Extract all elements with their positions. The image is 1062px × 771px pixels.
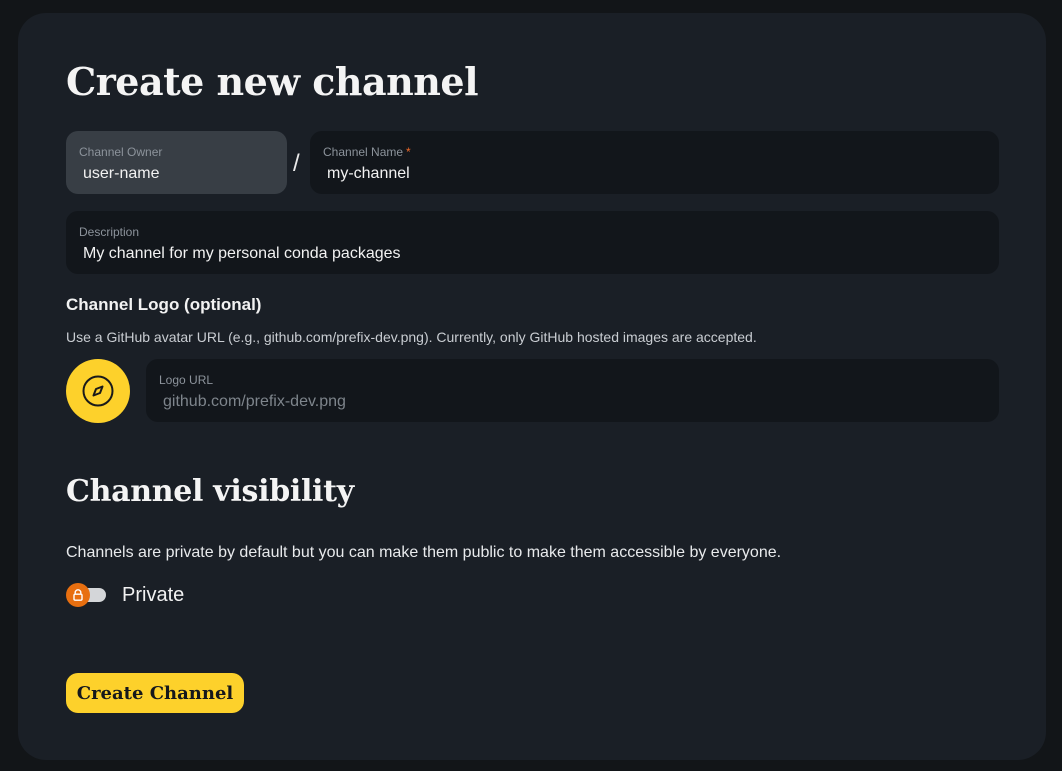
channel-owner-label: Channel Owner xyxy=(79,145,163,159)
toggle-knob xyxy=(66,583,90,607)
logo-preview-avatar xyxy=(66,359,130,423)
description-label: Description xyxy=(79,225,140,239)
channel-logo-heading: Channel Logo (optional) xyxy=(66,295,262,314)
channel-owner-value[interactable]: user-name xyxy=(83,164,274,184)
visibility-toggle[interactable] xyxy=(66,583,106,607)
required-marker: * xyxy=(406,145,411,159)
lock-icon xyxy=(73,589,83,601)
visibility-toggle-label: Private xyxy=(122,584,185,606)
channel-logo-help-text: Use a GitHub avatar URL (e.g., github.co… xyxy=(66,329,757,345)
logo-url-label: Logo URL xyxy=(159,373,214,387)
page-title: Create new channel xyxy=(66,59,479,104)
channel-visibility-description: Channels are private by default but you … xyxy=(66,544,782,561)
owner-name-separator: / xyxy=(293,150,300,177)
channel-name-input[interactable] xyxy=(327,164,986,184)
create-channel-card: Create new channel Channel Owner user-na… xyxy=(18,13,1046,760)
channel-visibility-heading: Channel visibility xyxy=(66,474,354,509)
logo-url-input[interactable] xyxy=(163,392,986,412)
channel-name-field[interactable]: Channel Name * xyxy=(310,131,999,194)
channel-name-label: Channel Name * xyxy=(323,145,411,159)
description-input[interactable] xyxy=(83,244,986,264)
description-field[interactable]: Description xyxy=(66,211,999,274)
create-channel-button[interactable]: Create Channel xyxy=(66,673,244,713)
logo-url-field[interactable]: Logo URL xyxy=(146,359,999,422)
channel-owner-field[interactable]: Channel Owner user-name xyxy=(66,131,287,194)
compass-icon xyxy=(82,375,114,407)
